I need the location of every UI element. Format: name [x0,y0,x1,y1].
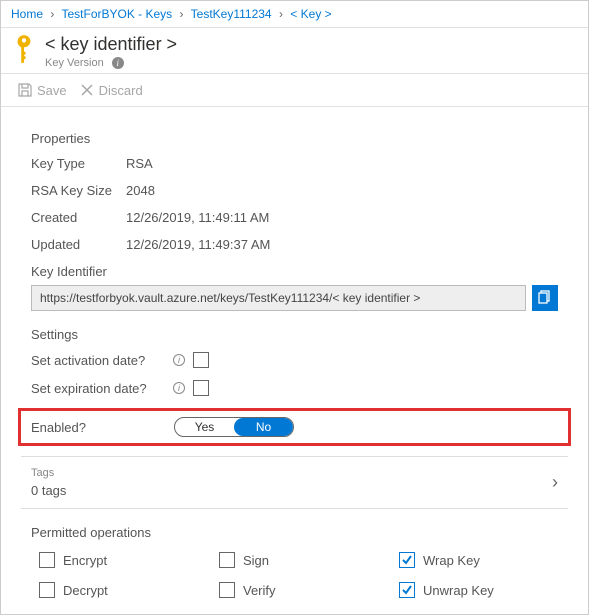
prop-label: Updated [31,237,126,252]
prop-value: 12/26/2019, 11:49:11 AM [126,210,269,225]
activation-date-row: Set activation date? i [31,352,558,368]
toggle-yes[interactable]: Yes [175,418,234,436]
key-identifier-label: Key Identifier [31,264,558,279]
save-button[interactable]: Save [17,82,67,98]
decrypt-checkbox[interactable] [39,582,55,598]
page-subtitle: Key Version [45,57,104,69]
op-wrap: Wrap Key [391,552,561,568]
expiration-date-checkbox[interactable] [193,380,209,396]
encrypt-checkbox[interactable] [39,552,55,568]
properties-heading: Properties [31,131,558,146]
toggle-no[interactable]: No [234,418,293,436]
breadcrumb-key[interactable]: TestKey111234 [191,7,272,21]
breadcrumb-version[interactable]: < Key > [290,7,331,21]
prop-created: Created 12/26/2019, 11:49:11 AM [31,210,558,225]
op-label: Unwrap Key [423,583,494,598]
prop-value: 2048 [126,183,155,198]
op-encrypt: Encrypt [31,552,211,568]
op-label: Verify [243,583,276,598]
op-decrypt: Decrypt [31,582,211,598]
help-icon[interactable]: i [173,354,185,366]
settings-heading: Settings [31,327,558,342]
copy-icon [537,289,553,308]
breadcrumb-separator: › [279,7,283,21]
discard-label: Discard [99,83,143,98]
op-sign: Sign [211,552,391,568]
op-label: Wrap Key [423,553,480,568]
tags-title: Tags [31,467,66,479]
prop-updated: Updated 12/26/2019, 11:49:37 AM [31,237,558,252]
prop-key-size: RSA Key Size 2048 [31,183,558,198]
key-icon [11,34,37,67]
activation-date-checkbox[interactable] [193,352,209,368]
op-label: Decrypt [63,583,108,598]
verify-checkbox[interactable] [219,582,235,598]
toolbar: Save Discard [1,73,588,107]
enabled-label: Enabled? [31,420,174,435]
sign-checkbox[interactable] [219,552,235,568]
unwrap-checkbox[interactable] [399,582,415,598]
enabled-row-highlight: Enabled? Yes No [18,408,571,446]
op-label: Sign [243,553,269,568]
breadcrumb-separator: › [180,7,184,21]
info-icon[interactable]: i [112,57,124,69]
help-icon[interactable]: i [173,382,185,394]
page-title: < key identifier > [45,34,177,55]
prop-key-type: Key Type RSA [31,156,558,171]
page-header: < key identifier > Key Version i [1,28,588,73]
activation-date-label: Set activation date? [31,353,171,368]
prop-value: 12/26/2019, 11:49:37 AM [126,237,270,252]
prop-label: Created [31,210,126,225]
chevron-right-icon: › [552,472,558,493]
op-verify: Verify [211,582,391,598]
prop-label: RSA Key Size [31,183,126,198]
enabled-toggle[interactable]: Yes No [174,417,294,437]
breadcrumb-home[interactable]: Home [11,7,43,21]
operations-heading: Permitted operations [31,525,558,540]
breadcrumb-separator: › [50,7,54,21]
breadcrumb: Home › TestForBYOK - Keys › TestKey11123… [1,1,588,28]
expiration-date-label: Set expiration date? [31,381,171,396]
prop-label: Key Type [31,156,126,171]
prop-value: RSA [126,156,153,171]
key-identifier-input[interactable] [31,285,526,311]
tags-section[interactable]: Tags 0 tags › [21,456,568,509]
discard-button[interactable]: Discard [79,82,143,98]
save-label: Save [37,83,67,98]
expiration-date-row: Set expiration date? i [31,380,558,396]
breadcrumb-vault[interactable]: TestForBYOK - Keys [61,7,172,21]
tags-count: 0 tags [31,483,66,498]
op-unwrap: Unwrap Key [391,582,561,598]
op-label: Encrypt [63,553,107,568]
copy-button[interactable] [532,285,558,311]
wrap-checkbox[interactable] [399,552,415,568]
